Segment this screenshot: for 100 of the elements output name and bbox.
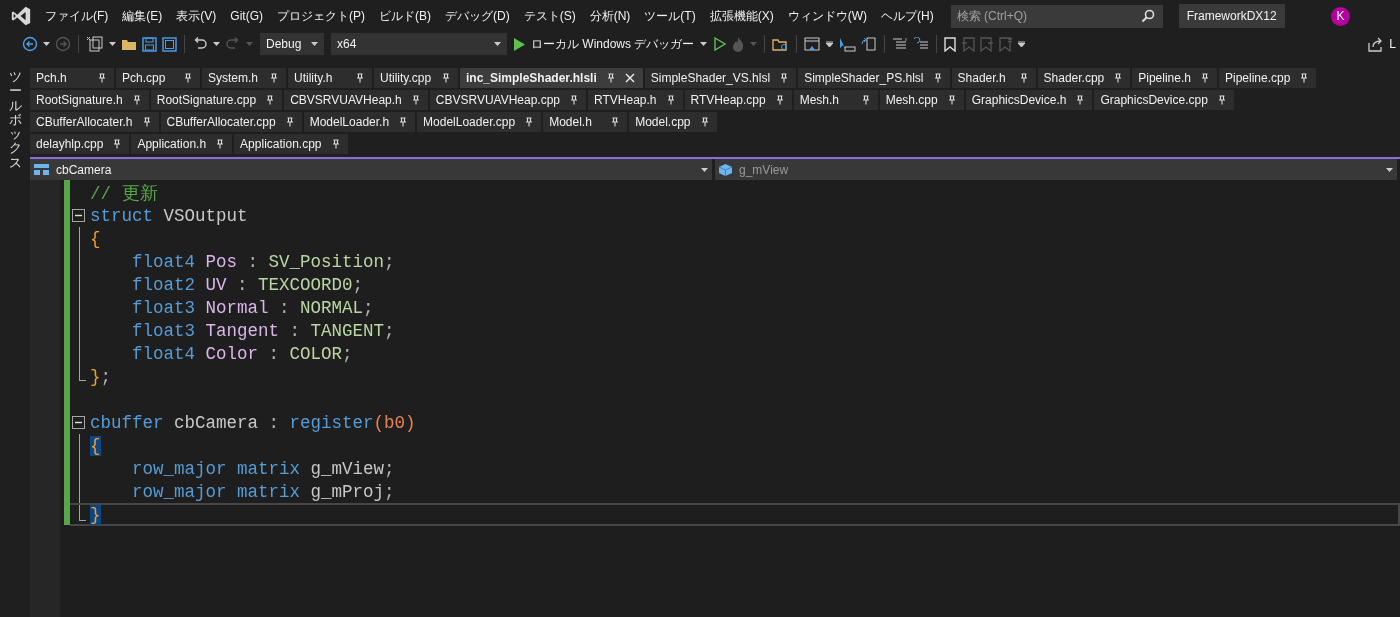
document-tab[interactable]: inc_SimpleShader.hlsli (460, 68, 643, 88)
document-tab[interactable]: RootSignature.h (30, 90, 149, 110)
pin-icon[interactable] (666, 95, 675, 105)
document-tab[interactable]: RTVHeap.h (588, 90, 683, 110)
document-tab[interactable]: Application.cpp (234, 134, 348, 154)
pin-icon[interactable] (525, 117, 534, 127)
search-icon[interactable] (1140, 8, 1155, 23)
menu-item[interactable]: ウィンドウ(W) (780, 7, 874, 25)
document-tab[interactable]: Pch.cpp (116, 68, 200, 88)
document-tab[interactable]: GraphicsDevice.cpp (1094, 90, 1234, 110)
folder-search-icon[interactable] (772, 36, 790, 52)
document-tab[interactable]: Utility.h (288, 68, 372, 88)
search-field[interactable]: 検索 (Ctrl+Q) (950, 4, 1163, 28)
document-tab[interactable]: CBufferAllocater.cpp (160, 112, 302, 132)
document-tab[interactable]: SimpleShader_VS.hlsl (644, 68, 797, 88)
pin-icon[interactable] (216, 139, 225, 149)
document-tab[interactable]: Mesh.cpp (879, 90, 964, 110)
pin-icon[interactable] (98, 73, 106, 83)
menu-item[interactable]: 分析(N) (582, 7, 638, 25)
document-tab[interactable]: RootSignature.cpp (150, 90, 283, 110)
caret-icon[interactable] (494, 42, 501, 46)
share-label[interactable]: L (1389, 37, 1396, 51)
document-tab[interactable]: Pipeline.cpp (1218, 68, 1317, 88)
pin-icon[interactable] (113, 139, 122, 149)
share-icon[interactable] (1368, 36, 1385, 52)
save-icon[interactable] (142, 36, 157, 52)
document-tab[interactable]: delayhlp.cpp (30, 134, 130, 154)
pin-icon[interactable] (356, 73, 364, 83)
pin-icon[interactable] (933, 73, 942, 83)
caret-icon[interactable] (826, 41, 834, 47)
pin-icon[interactable] (411, 95, 420, 105)
document-tab[interactable]: Model.h (543, 112, 628, 132)
bookmark-icon[interactable] (944, 36, 957, 52)
pin-icon[interactable] (399, 117, 408, 127)
document-tab[interactable]: GraphicsDevice.h (965, 90, 1093, 110)
pin-icon[interactable] (861, 95, 870, 105)
document-tab[interactable]: ModelLoader.cpp (417, 112, 542, 132)
document-tab[interactable]: Mesh.h (793, 90, 878, 110)
caret-icon[interactable] (43, 42, 50, 46)
menu-item[interactable]: Git(G) (223, 9, 270, 23)
uncomment-lines-icon[interactable] (913, 37, 930, 51)
collapse-icon[interactable] (71, 416, 85, 429)
document-tab[interactable]: Shader.h (951, 68, 1036, 88)
pin-icon[interactable] (285, 117, 294, 127)
pin-icon[interactable] (570, 95, 579, 105)
pin-icon[interactable] (132, 95, 141, 105)
back-icon[interactable] (22, 36, 38, 52)
pin-icon[interactable] (1200, 73, 1209, 83)
pin-icon[interactable] (775, 95, 784, 105)
menu-item[interactable]: 編集(E) (115, 7, 170, 25)
configuration-dropdown[interactable]: Debug (260, 33, 324, 55)
document-icon[interactable] (861, 36, 878, 52)
pin-icon[interactable] (184, 73, 192, 83)
toolbox-tab[interactable]: ツールボックス (8, 68, 22, 173)
document-tab[interactable]: CBVSRVUAVHeap.cpp (429, 90, 587, 110)
menu-item[interactable]: ツール(T) (637, 7, 703, 25)
caret-icon[interactable] (109, 42, 116, 46)
pin-icon[interactable] (700, 117, 709, 127)
pin-icon[interactable] (1217, 95, 1226, 105)
menu-item[interactable]: ファイル(F) (38, 7, 116, 25)
menu-item[interactable]: プロジェクト(P) (270, 7, 372, 25)
caret-icon[interactable] (213, 42, 220, 46)
menu-item[interactable]: ビルド(B) (372, 7, 438, 25)
document-tab[interactable]: ModelLoader.h (303, 112, 416, 132)
pin-icon[interactable] (331, 139, 340, 149)
new-item-icon[interactable] (86, 36, 104, 52)
pin-icon[interactable] (270, 73, 278, 83)
window-icon[interactable] (804, 36, 822, 52)
pin-icon[interactable] (142, 117, 151, 127)
document-tab[interactable]: Utility.cpp (374, 68, 458, 88)
pin-icon[interactable] (1076, 95, 1085, 105)
start-debugging-button[interactable]: ローカル Windows デバッガー (512, 35, 710, 53)
play-icon[interactable] (514, 37, 525, 51)
undo-icon[interactable] (192, 36, 208, 52)
pin-icon[interactable] (780, 73, 789, 83)
pin-icon[interactable] (606, 73, 615, 83)
platform-dropdown[interactable]: x64 (331, 33, 507, 55)
pin-icon[interactable] (266, 95, 275, 105)
document-tab[interactable]: Pch.h (30, 68, 114, 88)
caret-icon[interactable] (1018, 41, 1026, 47)
menu-item[interactable]: 拡張機能(X) (702, 7, 781, 25)
menu-item[interactable]: 表示(V) (169, 7, 224, 25)
pin-icon[interactable] (1019, 73, 1028, 83)
folder-icon[interactable] (121, 37, 137, 51)
pointer-icon[interactable] (838, 36, 857, 52)
menu-item[interactable]: デバッグ(D) (438, 7, 517, 25)
close-icon[interactable] (624, 73, 635, 83)
pin-icon[interactable] (442, 73, 450, 83)
document-tab[interactable]: CBufferAllocater.h (30, 112, 159, 132)
account-avatar[interactable]: K (1331, 6, 1350, 26)
caret-icon[interactable] (311, 42, 318, 46)
document-tab[interactable]: Model.cpp (629, 112, 717, 132)
save-all-icon[interactable] (162, 36, 177, 52)
pin-icon[interactable] (611, 117, 620, 127)
collapse-icon[interactable] (71, 209, 85, 222)
document-tab[interactable]: CBVSRVUAVHeap.h (284, 90, 428, 110)
pin-icon[interactable] (1300, 73, 1309, 83)
document-tab[interactable]: Pipeline.h (1132, 68, 1217, 88)
play-outline-icon[interactable] (714, 37, 727, 51)
caret-icon[interactable] (700, 42, 708, 46)
